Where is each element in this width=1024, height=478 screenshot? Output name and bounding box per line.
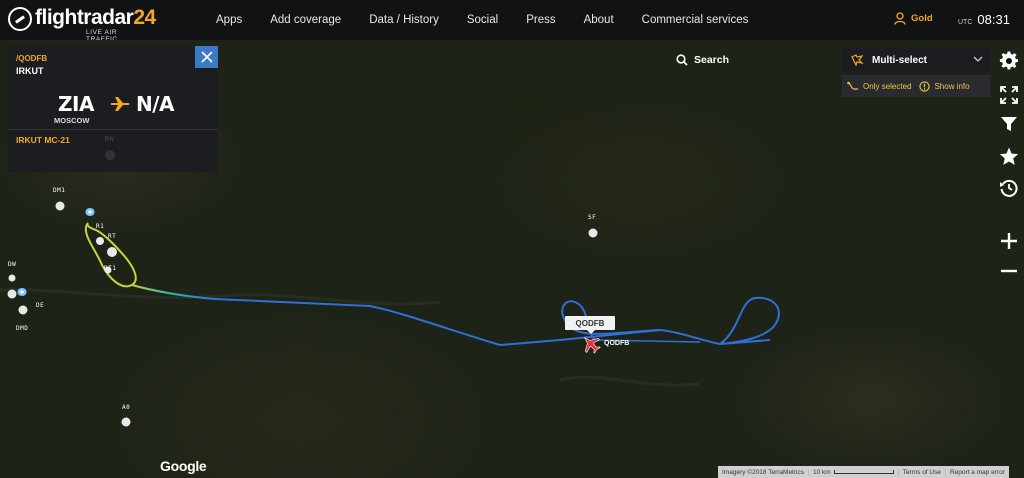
airport-marker-rt xyxy=(107,247,117,257)
registration-hint: RN xyxy=(105,137,114,143)
close-icon xyxy=(200,51,213,63)
airport-marker-dw xyxy=(8,274,16,282)
scale-bar-graphic xyxy=(833,469,894,474)
panel-divider xyxy=(8,129,218,130)
scale-label: 10 km xyxy=(812,468,831,476)
filter-button[interactable] xyxy=(996,111,1022,137)
multiselect-options: Only selected Show info xyxy=(842,75,990,97)
top-navigation-bar: flightradar24 LIVE AIR TRAFFIC Apps Add … xyxy=(0,0,1024,43)
only-selected-toggle[interactable]: Only selected xyxy=(847,81,911,91)
nav-press[interactable]: Press xyxy=(526,14,555,26)
clock-time: 08:31 xyxy=(977,12,1010,27)
logo-wordmark: flightradar24 xyxy=(35,6,156,30)
airport-marker-dm1 xyxy=(55,201,65,211)
zoom-out-icon xyxy=(1001,269,1017,273)
timezone-label: UTC xyxy=(958,19,973,26)
airplane-icon xyxy=(111,97,130,111)
imagery-credit: Imagery ©2018 TerraMetrics xyxy=(718,468,809,476)
playback-button[interactable] xyxy=(996,175,1022,201)
settings-button[interactable] xyxy=(996,48,1022,74)
filter-icon xyxy=(1001,117,1017,131)
airport-label-dw: DW xyxy=(8,261,17,268)
airport-label-rt1: RT1 xyxy=(104,265,117,272)
search-button[interactable]: Search xyxy=(668,48,838,72)
report-map-error-link[interactable]: Report a map error xyxy=(946,469,1009,476)
zoom-out-button[interactable] xyxy=(996,258,1022,284)
only-selected-label: Only selected xyxy=(863,81,912,91)
gear-icon xyxy=(999,51,1018,70)
search-icon xyxy=(676,54,688,66)
airport-label-sf: SF xyxy=(588,214,597,221)
nav-about[interactable]: About xyxy=(584,14,614,26)
origin-city: MOSCOW xyxy=(54,116,90,125)
airport-label-dmd: DMD xyxy=(16,325,29,332)
star-icon xyxy=(999,147,1019,165)
utc-clock: UTC 08:31 xyxy=(958,12,1010,27)
multiselect-icon xyxy=(851,54,864,67)
favorites-button[interactable] xyxy=(996,143,1022,169)
aircraft-callout[interactable]: QODFB xyxy=(565,316,615,334)
show-info-label: Show info xyxy=(934,81,970,91)
route-icon xyxy=(847,81,858,90)
multiselect-dropdown[interactable]: Multi-select xyxy=(842,48,990,72)
airport-marker-r1 xyxy=(96,237,104,245)
location-pin-icon-west xyxy=(17,288,27,301)
airport-label-dm1: DM1 xyxy=(53,187,66,194)
location-pin-icon xyxy=(85,208,95,221)
airport-markers xyxy=(7,201,598,427)
user-icon xyxy=(894,12,906,25)
fullscreen-button[interactable] xyxy=(996,82,1022,108)
fullscreen-icon xyxy=(1000,86,1018,104)
info-icon xyxy=(919,80,931,92)
show-info-toggle[interactable]: Show info xyxy=(919,80,970,92)
terms-of-use-link[interactable]: Terms of Use xyxy=(899,468,946,476)
logo-text: flightradar xyxy=(35,6,134,29)
route-display: ZIA MOSCOW N/A xyxy=(8,88,218,128)
nav-add-coverage[interactable]: Add coverage xyxy=(270,14,341,26)
airport-marker-dmd xyxy=(18,305,28,315)
airline-name: IRKUT xyxy=(16,66,44,76)
logo-number: 24 xyxy=(133,6,156,29)
nav-apps[interactable]: Apps xyxy=(216,14,242,26)
flight-info-panel: /QODFB IRKUT ZIA MOSCOW N/A IRKUT MC-21 … xyxy=(8,46,218,172)
destination-code: N/A xyxy=(136,92,175,116)
aircraft-type: IRKUT MC-21 xyxy=(16,135,70,145)
map-attribution: Imagery ©2018 TerraMetrics 10 km Terms o… xyxy=(718,466,1009,478)
airport-label-r1: R1 xyxy=(96,223,105,230)
flight-callsign[interactable]: /QODFB xyxy=(16,54,47,63)
account-label: Gold xyxy=(911,13,933,24)
nav-commercial-services[interactable]: Commercial services xyxy=(642,14,749,26)
zoom-in-icon xyxy=(1001,233,1017,249)
flightradar24-logo[interactable]: flightradar24 LIVE AIR TRAFFIC xyxy=(8,5,156,43)
radar-logo-icon xyxy=(8,7,32,31)
account-button[interactable]: Gold xyxy=(894,12,933,25)
scale-bar: 10 km xyxy=(809,468,899,476)
status-dot xyxy=(105,150,115,160)
chevron-down-icon xyxy=(973,56,983,62)
search-label: Search xyxy=(694,54,730,66)
playback-icon xyxy=(1000,179,1018,197)
multiselect-label: Multi-select xyxy=(872,54,928,66)
zoom-in-button[interactable] xyxy=(996,228,1022,254)
nav-social[interactable]: Social xyxy=(467,14,498,26)
track-main xyxy=(214,298,771,347)
airport-marker-sf xyxy=(588,228,598,238)
main-nav: Apps Add coverage Data / History Social … xyxy=(202,0,762,40)
airport-label-rt: RT xyxy=(108,233,117,240)
origin-code[interactable]: ZIA xyxy=(58,92,94,116)
airport-label-de: DE xyxy=(36,302,45,309)
nav-data-history[interactable]: Data / History xyxy=(369,14,439,26)
aircraft-tag[interactable]: QODFB xyxy=(604,340,629,347)
track-loop-east xyxy=(719,296,780,345)
airport-marker-dw2 xyxy=(7,289,17,299)
airport-label-a0: A0 xyxy=(122,404,131,411)
close-panel-button[interactable] xyxy=(195,46,218,68)
google-logo: Google xyxy=(160,458,207,474)
airport-marker-a0 xyxy=(121,417,131,427)
